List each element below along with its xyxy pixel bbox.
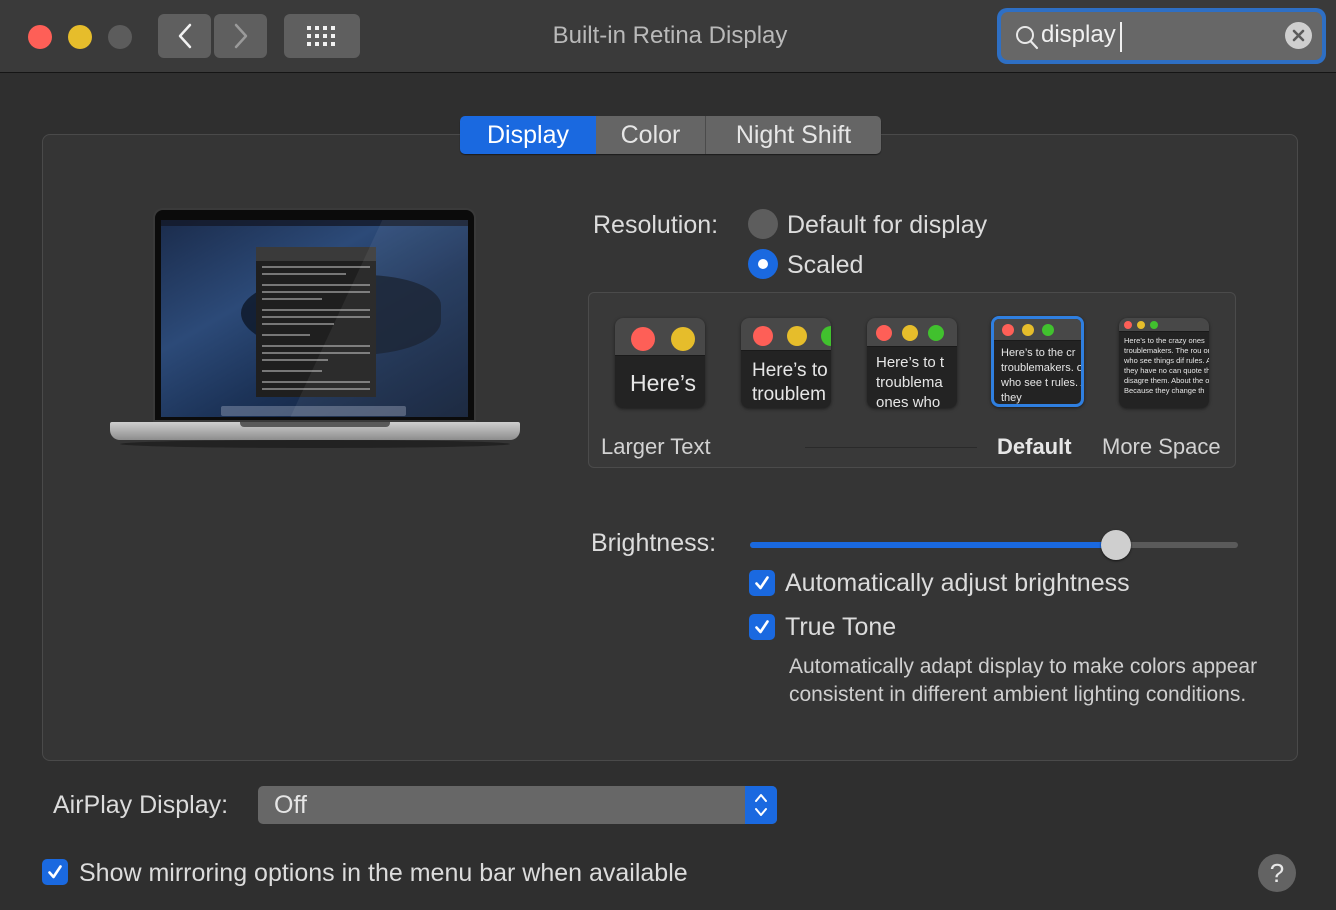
chevron-right-icon [234, 23, 247, 49]
airplay-selected-value: Off [274, 791, 307, 819]
more-space-label: More Space [1102, 434, 1221, 459]
text-caret [1120, 22, 1122, 52]
laptop-screen [161, 220, 468, 417]
back-button[interactable] [158, 14, 211, 58]
forward-button[interactable] [214, 14, 267, 58]
help-button[interactable]: ? [1258, 854, 1296, 892]
larger-text-label: Larger Text [601, 434, 711, 459]
select-arrows[interactable] [745, 786, 777, 824]
radio-default-for-display[interactable] [748, 209, 778, 239]
close-button[interactable] [28, 25, 52, 49]
chevron-left-icon [178, 23, 191, 49]
auto-brightness-checkbox[interactable] [749, 570, 775, 596]
show-mirroring-label[interactable]: Show mirroring options in the menu bar w… [79, 859, 688, 888]
scale-option-default[interactable]: Here’s to the cr troublemakers. ones who… [991, 316, 1084, 407]
auto-brightness-label[interactable]: Automatically adjust brightness [785, 569, 1130, 598]
tab-night-shift[interactable]: Night Shift [706, 116, 881, 154]
title-bar: Built-in Retina Display [0, 0, 1336, 73]
zoom-button [108, 25, 132, 49]
radio-scaled[interactable] [748, 249, 778, 279]
checkmark-icon [48, 865, 62, 879]
display-preview-image [110, 208, 520, 454]
thumbnail-text: Here’s [630, 370, 697, 396]
tab-bar: Display Color Night Shift [460, 116, 881, 154]
scaled-label[interactable]: Scaled [787, 251, 863, 280]
show-all-button[interactable] [284, 14, 360, 58]
search-icon [1016, 26, 1039, 50]
clear-icon [1292, 29, 1305, 42]
resolution-label: Resolution: [593, 211, 719, 239]
default-label: Default [997, 434, 1072, 459]
true-tone-label[interactable]: True Tone [785, 613, 896, 642]
tab-color[interactable]: Color [596, 116, 706, 154]
true-tone-checkbox[interactable] [749, 614, 775, 640]
brightness-slider-thumb[interactable] [1101, 530, 1131, 560]
scale-option-3[interactable]: Here’s to t troublema ones who [867, 318, 957, 408]
true-tone-description: Automatically adapt display to make colo… [789, 655, 1258, 706]
airplay-display-label: AirPlay Display: [53, 791, 229, 819]
default-for-display-label[interactable]: Default for display [787, 211, 987, 240]
tab-display[interactable]: Display [460, 116, 596, 154]
grid-icon [307, 26, 335, 46]
minimize-button[interactable] [68, 25, 92, 49]
scale-option-larger-text[interactable]: Here’s [615, 318, 705, 408]
laptop-lid [153, 208, 476, 422]
clear-search-button[interactable] [1285, 22, 1312, 49]
search-field[interactable] [997, 8, 1326, 64]
thumbnail-text: Here’s to the cr troublemakers. ones who… [1001, 347, 1083, 404]
show-mirroring-checkbox[interactable] [42, 859, 68, 885]
checkmark-icon [755, 620, 769, 634]
thumbnail-text: Here’s to the crazy ones troublemakers. … [1124, 336, 1209, 395]
brightness-slider-fill [750, 542, 1116, 548]
thumbnail-text: Here’s to t troublema ones who [876, 354, 945, 408]
brightness-label: Brightness: [591, 529, 717, 557]
thumbnail-text: Here’s to troublem [752, 360, 828, 405]
brightness-slider[interactable] [750, 530, 1238, 560]
airplay-display-select[interactable]: Off [258, 786, 777, 824]
up-down-chevron-icon [755, 794, 767, 816]
window-title: Built-in Retina Display [552, 22, 788, 49]
search-input[interactable] [1041, 17, 1281, 53]
scale-option-more-space[interactable]: Here’s to the crazy ones troublemakers. … [1119, 318, 1209, 408]
checkmark-icon [755, 576, 769, 590]
scale-option-2[interactable]: Here’s to troublem [741, 318, 831, 408]
